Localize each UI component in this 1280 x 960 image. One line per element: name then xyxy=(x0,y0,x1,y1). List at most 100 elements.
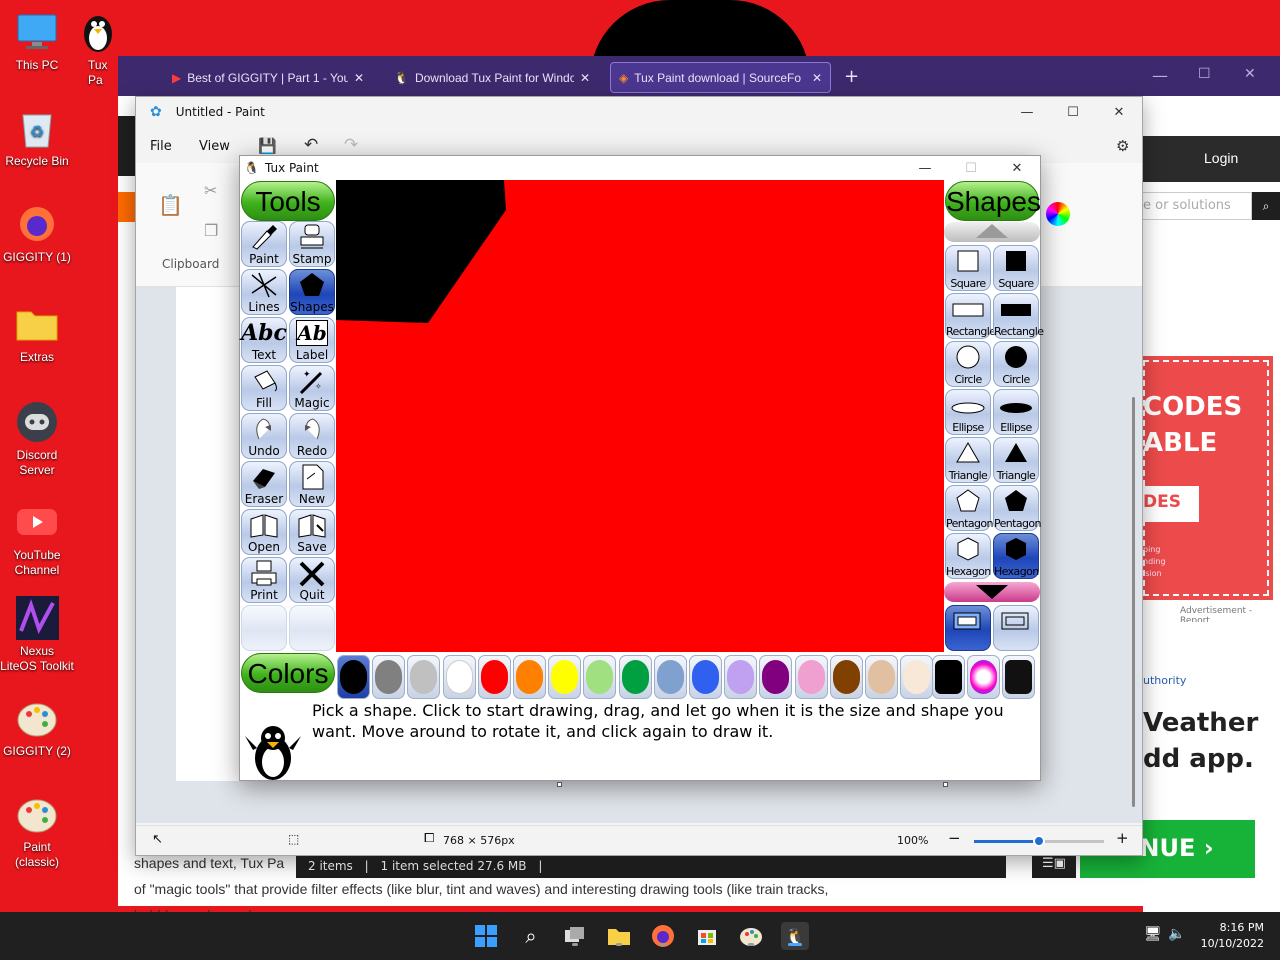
color-swatch[interactable] xyxy=(337,655,370,699)
desktop-icon-tux-paint[interactable]: Tux Pa xyxy=(76,10,116,88)
shape-square-button[interactable]: Square xyxy=(945,245,991,291)
desktop-icon-this-pc[interactable]: This PC xyxy=(0,10,74,73)
shape-square-button[interactable]: Square xyxy=(993,245,1039,291)
shape-hexagon-button[interactable]: Hexagon xyxy=(993,533,1039,579)
tool-save-button[interactable]: Save xyxy=(289,509,335,555)
color-swatch[interactable] xyxy=(829,655,863,699)
tool-magic-button[interactable]: ✦ ✧ Magic xyxy=(289,365,335,411)
maximize-icon[interactable]: ☐ xyxy=(1198,66,1211,82)
desktop-icon-paint-classic[interactable]: Paint (classic) xyxy=(0,792,74,870)
shape-circle-button[interactable]: Circle xyxy=(993,341,1039,387)
advertisement-banner[interactable]: CODES ABLE DES ping nding ision xyxy=(1143,356,1273,600)
resize-handle[interactable] xyxy=(943,782,948,787)
redo-icon[interactable]: ↷ xyxy=(344,135,358,155)
scrollbar[interactable] xyxy=(1132,397,1135,807)
rainbow-color-button[interactable] xyxy=(967,655,1000,699)
zoom-slider[interactable] xyxy=(974,835,1104,847)
view-toggle-icon[interactable]: ☰▣ xyxy=(1032,856,1076,878)
tool-new-button[interactable]: New xyxy=(289,461,335,507)
clock[interactable]: 8:16 PM 10/10/2022 xyxy=(1198,920,1264,952)
tool-eraser-button[interactable]: Eraser xyxy=(241,461,287,507)
shape-pentagon-button[interactable]: Pentagon xyxy=(993,485,1042,531)
color-swatch[interactable] xyxy=(759,655,793,699)
tab-sourceforge[interactable]: ◈ Tux Paint download | SourceFo ✕ xyxy=(610,62,831,93)
tool-undo-button[interactable]: Undo xyxy=(241,413,287,459)
shape-circle-button[interactable]: Circle xyxy=(945,341,991,387)
tool-stamp-button[interactable]: Stamp xyxy=(289,221,335,267)
color-swatch[interactable] xyxy=(407,655,441,699)
color-swatch[interactable] xyxy=(477,655,511,699)
shape-fill-toggle[interactable] xyxy=(945,605,991,651)
copy-icon[interactable]: ❐ xyxy=(204,221,218,240)
shape-triangle-button[interactable]: Triangle xyxy=(945,437,991,483)
tool-fill-button[interactable]: Fill xyxy=(241,365,287,411)
tool-text-button[interactable]: Abc Text xyxy=(241,317,287,363)
tool-redo-button[interactable]: Redo xyxy=(289,413,335,459)
tab-tuxpaint-windows[interactable]: 🐧 Download Tux Paint for Windo ✕ xyxy=(386,62,598,93)
resize-handle[interactable] xyxy=(557,782,562,787)
color-swatch[interactable] xyxy=(689,655,722,699)
maximize-icon[interactable]: ☐ xyxy=(1050,105,1096,120)
shape-triangle-button[interactable]: Triangle xyxy=(993,437,1039,483)
shape-rectangle-button[interactable]: Rectangle xyxy=(993,293,1044,339)
shape-ellipse-button[interactable]: Ellipse xyxy=(945,389,991,435)
custom-color-button[interactable] xyxy=(1002,655,1035,699)
shape-ellipse-button[interactable]: Ellipse xyxy=(993,389,1039,435)
color-swatch[interactable] xyxy=(513,655,546,699)
color-swatch[interactable] xyxy=(372,655,406,699)
cut-icon[interactable]: ✂ xyxy=(204,181,217,200)
paste-icon[interactable]: 📋 xyxy=(158,193,183,217)
tool-open-button[interactable]: Open xyxy=(241,509,287,555)
task-view-icon[interactable] xyxy=(561,922,589,950)
volume-icon[interactable]: 🔈 xyxy=(1168,926,1185,942)
color-swatch[interactable] xyxy=(794,655,828,699)
close-icon[interactable]: ✕ xyxy=(580,71,590,85)
tab-youtube[interactable]: ▶ Best of GIGGITY | Part 1 - YouTu ✕ xyxy=(164,62,372,93)
zoom-slider-thumb[interactable] xyxy=(1033,835,1045,847)
shape-outline-toggle[interactable] xyxy=(993,605,1039,651)
desktop-icon-discord[interactable]: Discord Server xyxy=(0,400,74,478)
shape-rectangle-button[interactable]: Rectangle xyxy=(945,293,996,339)
edit-colors-icon[interactable] xyxy=(1046,202,1070,226)
new-tab-icon[interactable]: + xyxy=(844,66,859,87)
color-swatch[interactable] xyxy=(653,655,687,699)
shape-hexagon-button[interactable]: Hexagon xyxy=(945,533,991,579)
color-swatch[interactable] xyxy=(583,655,617,699)
minimize-icon[interactable]: — xyxy=(1152,66,1168,85)
minimize-icon[interactable]: — xyxy=(1004,105,1050,120)
desktop-icon-extras[interactable]: Extras xyxy=(0,302,74,365)
minimize-icon[interactable]: — xyxy=(902,161,948,176)
color-swatch[interactable] xyxy=(442,655,476,699)
start-icon[interactable] xyxy=(472,922,500,950)
save-icon[interactable]: 💾 xyxy=(258,137,277,155)
network-icon[interactable]: 🖥 xyxy=(1144,926,1162,942)
tux-paint-taskbar-icon[interactable]: 🐧 xyxy=(781,922,809,950)
login-link[interactable]: Login xyxy=(1204,150,1238,166)
file-explorer-icon[interactable] xyxy=(605,922,633,950)
close-icon[interactable]: ✕ xyxy=(1244,66,1256,82)
shapes-scroll-down[interactable] xyxy=(944,582,1040,602)
color-swatch[interactable] xyxy=(724,655,758,699)
desktop-icon-youtube[interactable]: YouTube Channel xyxy=(0,500,74,578)
undo-icon[interactable]: ↶ xyxy=(304,135,318,155)
tuxpaint-canvas[interactable] xyxy=(336,180,944,652)
site-search-input[interactable]: e or solutions xyxy=(1140,192,1252,220)
shape-pentagon-button[interactable]: Pentagon xyxy=(945,485,994,531)
color-swatch[interactable] xyxy=(548,655,582,699)
paint-palette-icon[interactable] xyxy=(737,922,765,950)
close-icon[interactable]: ✕ xyxy=(354,71,364,85)
tool-quit-button[interactable]: Quit xyxy=(289,557,335,603)
search-icon[interactable]: ⌕ xyxy=(517,922,545,950)
close-icon[interactable]: ✕ xyxy=(812,71,822,85)
desktop-icon-recycle-bin[interactable]: ♻ Recycle Bin xyxy=(0,106,74,169)
desktop-icon-giggity-2[interactable]: GIGGITY (2) xyxy=(0,696,74,759)
store-icon[interactable] xyxy=(693,922,721,950)
tool-label-button[interactable]: Ab Label xyxy=(289,317,335,363)
tool-shapes-button[interactable]: Shapes xyxy=(289,269,335,315)
desktop-icon-nexus[interactable]: Nexus LiteOS Toolkit xyxy=(0,596,74,674)
zoom-in-icon[interactable]: + xyxy=(1116,829,1129,847)
search-icon[interactable]: ⌕ xyxy=(1252,192,1280,220)
color-swatch[interactable] xyxy=(865,655,898,699)
tool-print-button[interactable]: Print xyxy=(241,557,287,603)
tool-paint-button[interactable]: Paint xyxy=(241,221,287,267)
